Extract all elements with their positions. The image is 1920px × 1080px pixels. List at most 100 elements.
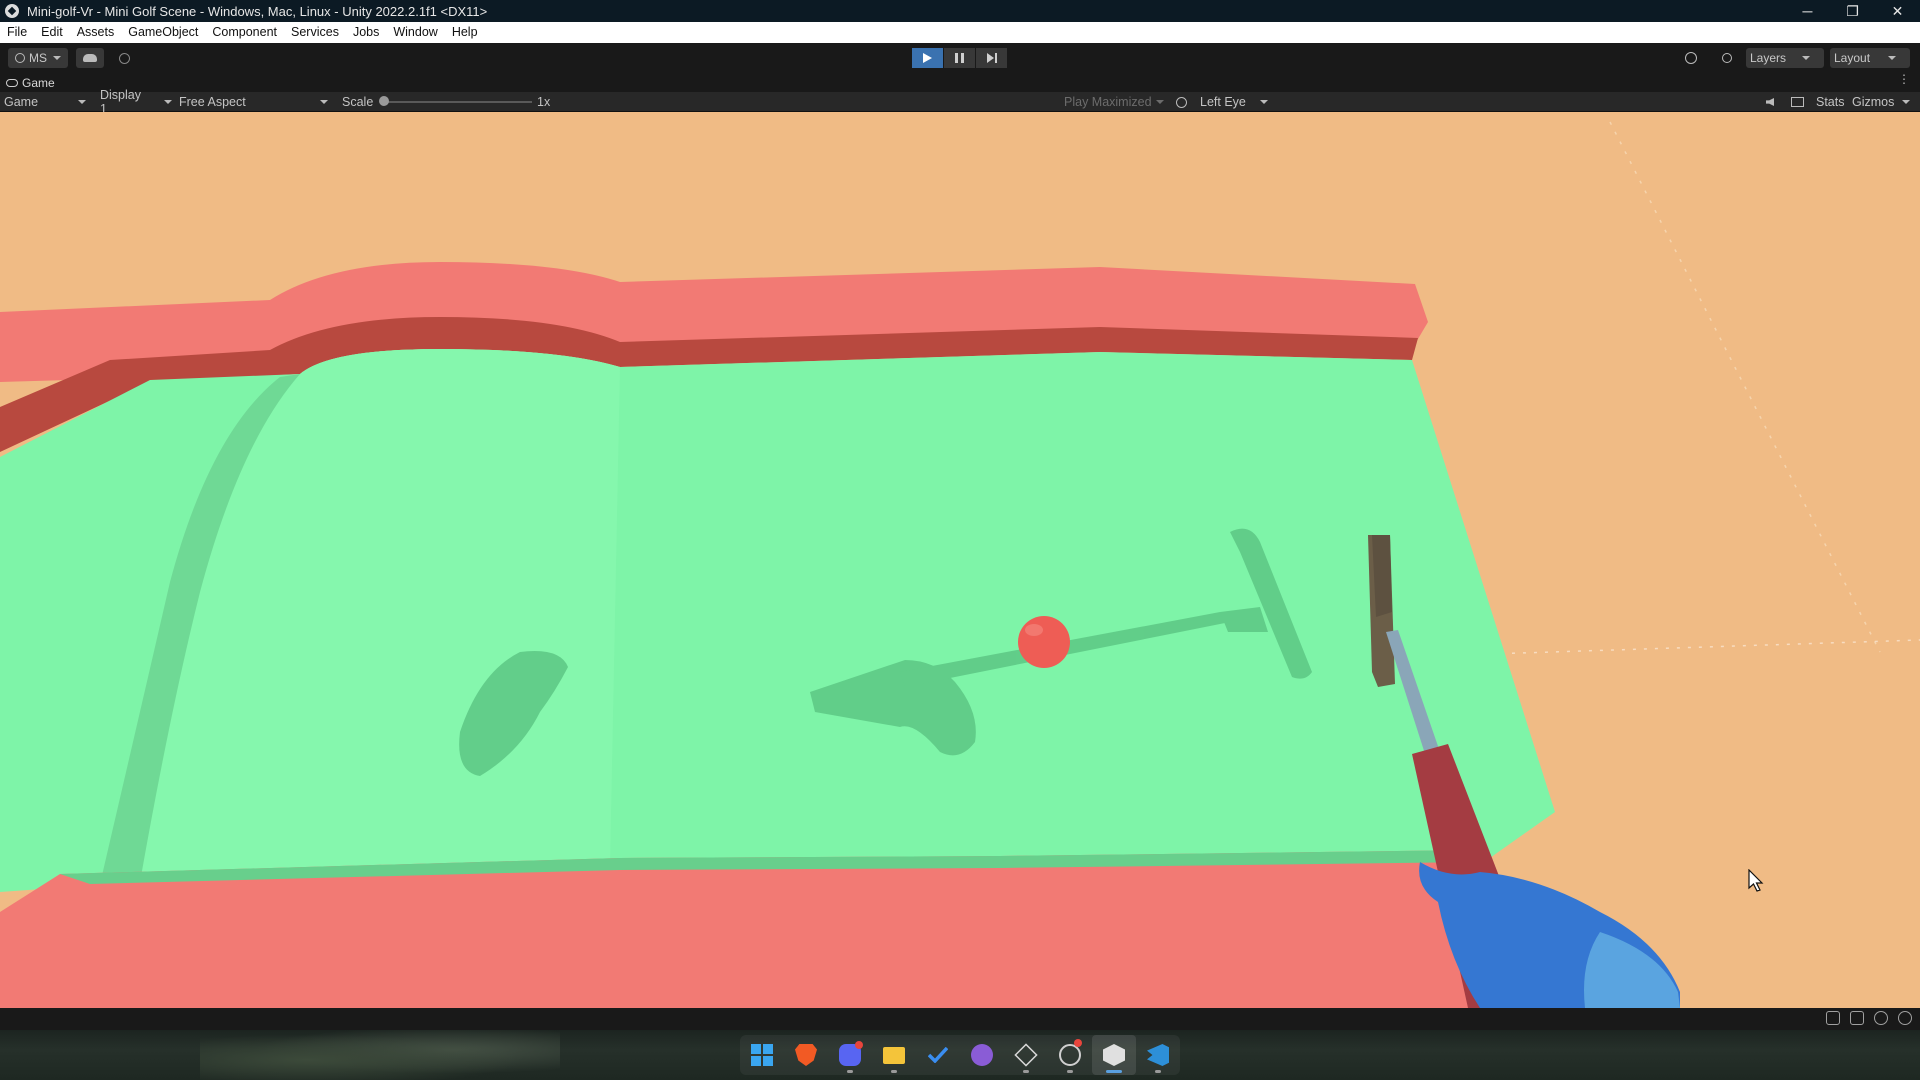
github-desktop-icon[interactable]: [960, 1035, 1004, 1075]
tab-game[interactable]: Game: [6, 75, 55, 91]
menu-bar: File Edit Assets GameObject Component Se…: [0, 22, 1920, 43]
menu-edit[interactable]: Edit: [34, 22, 70, 43]
file-explorer-icon[interactable]: [872, 1035, 916, 1075]
gizmos-dropdown[interactable]: Gizmos: [1852, 92, 1916, 112]
main-toolbar: MS Layers Layout: [0, 43, 1920, 73]
notification-badge: [855, 1041, 863, 1049]
windows-taskbar: [0, 1030, 1920, 1080]
notification-icon[interactable]: [1898, 1011, 1912, 1025]
notification-badge: [1074, 1039, 1082, 1047]
unity-icon[interactable]: [1004, 1035, 1048, 1075]
close-button[interactable]: ✕: [1875, 0, 1920, 22]
audio-mute-button[interactable]: [1766, 92, 1774, 112]
unity-logo-icon: [5, 4, 19, 18]
chevron-down-icon: [1902, 100, 1911, 104]
speaker-icon: [1766, 98, 1774, 106]
play-button[interactable]: [912, 48, 943, 68]
eye-label: Left Eye: [1200, 95, 1246, 109]
search-icon: [1722, 53, 1732, 63]
brave-browser-icon[interactable]: [784, 1035, 828, 1075]
chevron-down-icon: [53, 56, 61, 60]
menu-help[interactable]: Help: [445, 22, 485, 43]
collab-button[interactable]: [112, 48, 136, 68]
view-mode-label: Game: [4, 95, 39, 109]
wallpaper-foliage: [200, 1030, 560, 1080]
chevron-down-icon: [164, 100, 172, 104]
gamepad-icon: [6, 79, 18, 87]
play-maximized-label: Play Maximized: [1064, 95, 1152, 109]
step-button[interactable]: [976, 48, 1007, 68]
todo-icon[interactable]: [916, 1035, 960, 1075]
menu-assets[interactable]: Assets: [70, 22, 122, 43]
layers-dropdown[interactable]: Layers: [1746, 48, 1824, 68]
display-dropdown[interactable]: Display 1: [100, 88, 172, 116]
unity-hub-icon[interactable]: [1092, 1035, 1136, 1075]
window-title: Mini-golf-Vr - Mini Golf Scene - Windows…: [27, 3, 488, 19]
layers-status-icon[interactable]: [1850, 1011, 1864, 1025]
layers-label: Layers: [1750, 51, 1787, 65]
status-icons: [1826, 1011, 1912, 1025]
chevron-down-icon: [1259, 100, 1268, 104]
debug-bug-icon[interactable]: [1176, 92, 1187, 112]
taskbar-apps: [740, 1035, 1180, 1075]
stats-button[interactable]: Stats: [1816, 92, 1845, 112]
aspect-label: Free Aspect: [179, 95, 246, 109]
account-dropdown[interactable]: MS: [8, 48, 68, 68]
restore-button[interactable]: ❐: [1830, 0, 1875, 22]
chevron-down-icon: [1802, 56, 1811, 60]
history-icon: [1685, 52, 1697, 64]
play-icon: [923, 53, 932, 63]
scale-slider-handle[interactable]: [379, 96, 389, 106]
start-menu-icon[interactable]: [740, 1035, 784, 1075]
scale-value: 1x: [537, 95, 551, 109]
step-icon: [986, 53, 997, 63]
cloud-icon: [83, 54, 97, 62]
golf-ball-highlight: [1025, 624, 1043, 636]
undo-history-button[interactable]: [1678, 48, 1704, 68]
chevron-down-icon: [78, 100, 87, 104]
menu-window[interactable]: Window: [386, 22, 444, 43]
chevron-down-icon: [1888, 56, 1897, 60]
pause-button[interactable]: [944, 48, 975, 68]
pause-icon: [955, 53, 964, 63]
obs-icon[interactable]: [1048, 1035, 1092, 1075]
grid-icon: [1791, 97, 1804, 107]
debug-icon[interactable]: [1826, 1011, 1840, 1025]
minimize-button[interactable]: ─: [1785, 0, 1830, 22]
menu-gameobject[interactable]: GameObject: [121, 22, 205, 43]
chevron-down-icon: [319, 100, 328, 104]
more-options-icon[interactable]: ⋮: [1898, 73, 1910, 85]
layout-label: Layout: [1834, 51, 1871, 65]
menu-component[interactable]: Component: [205, 22, 284, 43]
menu-jobs[interactable]: Jobs: [346, 22, 386, 43]
window-controls: ─ ❐ ✕: [1785, 0, 1920, 22]
menu-services[interactable]: Services: [284, 22, 346, 43]
chevron-down-icon: [1155, 100, 1164, 104]
layout-dropdown[interactable]: Layout: [1830, 48, 1910, 68]
window-title-bar: Mini-golf-Vr - Mini Golf Scene - Windows…: [0, 0, 1920, 22]
view-mode-dropdown[interactable]: Game: [4, 92, 88, 112]
aspect-dropdown[interactable]: Free Aspect: [179, 92, 333, 112]
network-icon[interactable]: [1874, 1011, 1888, 1025]
cloud-button[interactable]: [76, 48, 104, 68]
golf-ball: [1018, 616, 1070, 668]
vscode-icon[interactable]: [1136, 1035, 1180, 1075]
menu-file[interactable]: File: [0, 22, 34, 43]
gizmos-label: Gizmos: [1852, 95, 1895, 109]
mouse-cursor-icon: [1748, 869, 1764, 892]
search-button[interactable]: [1714, 48, 1740, 68]
status-bar: [0, 1008, 1920, 1030]
scale-slider-track[interactable]: [384, 101, 532, 103]
game-tab-bar: Game ⋮: [0, 73, 1920, 92]
scale-label: Scale: [342, 95, 374, 109]
play-maximized-dropdown[interactable]: Play Maximized: [1064, 92, 1168, 112]
account-label: MS: [29, 51, 47, 65]
scene-render: [0, 112, 1920, 1008]
grid-toggle-button[interactable]: [1791, 92, 1804, 112]
eye-dropdown[interactable]: Left Eye: [1200, 92, 1276, 112]
playback-controls: [912, 48, 1008, 68]
discord-icon[interactable]: [828, 1035, 872, 1075]
gear-icon: [118, 52, 130, 64]
game-viewport[interactable]: [0, 112, 1920, 1008]
account-icon: [15, 53, 25, 63]
